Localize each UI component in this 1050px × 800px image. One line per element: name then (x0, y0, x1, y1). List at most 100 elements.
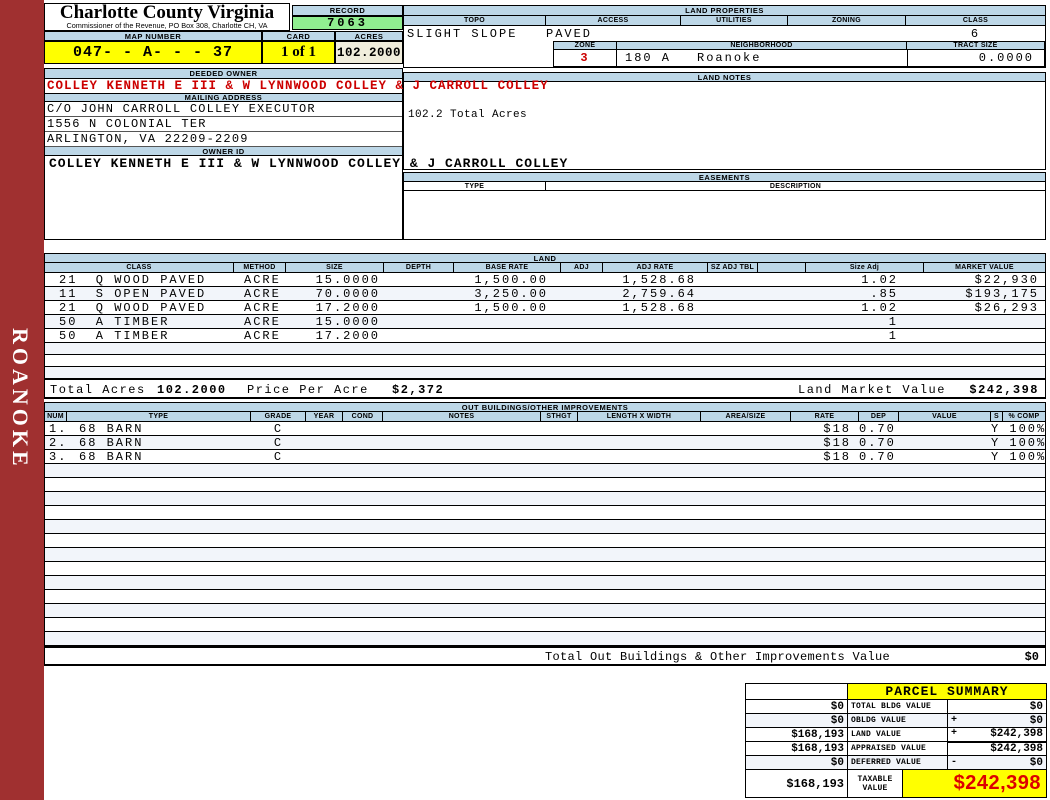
empty-row (45, 604, 1045, 618)
ob-cell-comp: Y 100% (991, 436, 1047, 450)
taxable-label: TAXABLE VALUE (847, 769, 903, 798)
acres-value: 102.2000 (335, 41, 403, 64)
empty-row (45, 562, 1045, 576)
ob-cell-num: 1. (49, 422, 68, 436)
ps-right-amount: $242,398 (990, 728, 1043, 741)
empty-row (45, 632, 1045, 646)
taxable-label-line1: TAXABLE (857, 774, 893, 784)
ps-left-value: $168,193 (745, 741, 848, 756)
land-col-class: CLASS (45, 263, 234, 272)
empty-row (45, 355, 1045, 367)
ps-op: + (951, 714, 958, 726)
land-cell-size: 15.0000 (315, 315, 380, 329)
access-value: PAVED (546, 26, 593, 41)
ob-cell-dep: 0.70 (859, 436, 896, 450)
land-cell-class: 21 Q WOOD PAVED (59, 273, 207, 287)
county-title-box: Charlotte County Virginia Commissioner o… (44, 3, 290, 31)
ob-cell-rate: $18 (823, 422, 851, 436)
parcel-summary-title: PARCEL SUMMARY (847, 683, 1047, 700)
taxable-left-value: $168,193 (745, 769, 848, 798)
ob-col-dep: DEP (859, 412, 899, 421)
ob-col-cond: COND (343, 412, 383, 421)
ps-label: APPRAISED VALUE (847, 741, 948, 756)
land-cell-class: 21 Q WOOD PAVED (59, 301, 207, 315)
ps-label: LAND VALUE (847, 727, 948, 742)
land-cell-size-adj: 1 (888, 315, 898, 329)
land-cell-class: 50 A TIMBER (59, 329, 170, 343)
easement-description-label: DESCRIPTION (769, 182, 822, 190)
ob-col-length-width: LENGTH X WIDTH (578, 412, 701, 421)
out-buildings-body: 1. 68 BARN C $18 0.70 Y 100% 2. 68 BARN … (45, 422, 1045, 646)
ob-cell-type: 68 BARN (79, 450, 144, 464)
owner-id-value: COLLEY KENNETH E III & W LYNNWOOD COLLEY… (49, 156, 569, 171)
ob-col-type: TYPE (67, 412, 251, 421)
land-market-value: $242,398 (969, 383, 1039, 397)
ps-right-value: - $0 (947, 755, 1047, 770)
address-line-2: 1556 N COLONIAL TER (45, 117, 402, 132)
ob-cell-num: 2. (49, 436, 68, 450)
ob-cell-grade: C (273, 422, 284, 436)
land-cell-class: 11 S OPEN PAVED (59, 287, 207, 301)
deeded-owner-value: COLLEY KENNETH E III & W LYNNWOOD COLLEY… (47, 79, 549, 93)
ps-right-value: + $0 (947, 713, 1047, 728)
empty-row (45, 343, 1045, 355)
ob-col-grade: GRADE (251, 412, 306, 421)
land-row: 50 A TIMBER ACRE 17.2000 1 (45, 329, 1045, 343)
land-col-spacer (758, 263, 806, 272)
ps-label: DEFERRED VALUE (847, 755, 948, 770)
ps-right-amount: $242,398 (990, 742, 1043, 755)
neighborhood-band: ROANOKE (0, 0, 44, 800)
ob-col-year: YEAR (306, 412, 343, 421)
land-row: 11 S OPEN PAVED ACRE 70.0000 3,250.00 2,… (45, 287, 1045, 301)
ob-row: 1. 68 BARN C $18 0.70 Y 100% (45, 422, 1045, 436)
land-cell-size-adj: .85 (870, 287, 898, 301)
tract-size-value: 0.0000 (907, 50, 1044, 66)
land-cell-size: 70.0000 (315, 287, 380, 301)
empty-row (45, 478, 1045, 492)
land-cell-size-adj: 1 (888, 329, 898, 343)
ps-left-value: $0 (745, 755, 848, 770)
record-value[interactable]: 7063 (292, 16, 403, 30)
ps-right-amount: $0 (1029, 756, 1043, 769)
out-buildings-table: OUT BUILDINGS/OTHER IMPROVEMENTS NUM TYP… (44, 402, 1046, 666)
acres-label: ACRES (335, 31, 403, 41)
neighborhood-vertical-label: ROANOKE (8, 328, 33, 470)
map-number-value[interactable]: 047- - A- - - 37 (44, 41, 262, 64)
map-number-label: MAP NUMBER (44, 31, 262, 41)
ob-col-rate: RATE (791, 412, 859, 421)
ps-op: + (951, 728, 958, 740)
ps-left-value: $0 (745, 713, 848, 728)
ob-cell-dep: 0.70 (859, 422, 896, 436)
ps-right-value: $0 (947, 699, 1047, 714)
class-value: 6 (970, 26, 981, 41)
land-row: 50 A TIMBER ACRE 15.0000 1 (45, 315, 1045, 329)
ob-cell-dep: 0.70 (859, 450, 896, 464)
land-col-size: SIZE (286, 263, 384, 272)
topo-label: TOPO (404, 16, 546, 25)
total-acres-label: Total Acres (50, 383, 146, 397)
empty-row (45, 520, 1045, 534)
empty-row (45, 464, 1045, 478)
ps-left-value: $0 (745, 699, 848, 714)
address-line-3: ARLINGTON, VA 22209-2209 (45, 132, 402, 147)
ps-op: - (951, 756, 958, 768)
zone-value: 3 (554, 50, 617, 66)
empty-row (45, 534, 1045, 548)
mailing-address-label: MAILING ADDRESS (45, 93, 402, 102)
easement-type-label: TYPE (404, 182, 546, 190)
empty-row (45, 618, 1045, 632)
ob-row: 2. 68 BARN C $18 0.70 Y 100% (45, 436, 1045, 450)
land-body: 21 Q WOOD PAVED ACRE 15.0000 1,500.00 1,… (45, 273, 1045, 379)
zone-label: ZONE (554, 42, 617, 49)
land-cell-size: 17.2000 (315, 329, 380, 343)
total-acres-value: 102.2000 (157, 383, 227, 397)
land-totals-strip: Total Acres 102.2000 Price Per Acre $2,3… (44, 378, 1046, 399)
ps-right-amount: $0 (1029, 700, 1043, 713)
land-note: 102.2 Total Acres (408, 109, 528, 121)
ps-right-amount: $0 (1029, 714, 1043, 727)
land-cell-base-rate: 3,250.00 (474, 287, 548, 301)
ob-col-sthgt: STHGT (541, 412, 578, 421)
land-cell-size: 15.0000 (315, 273, 380, 287)
land-cell-base-rate: 1,500.00 (474, 273, 548, 287)
deeded-owner-label: DEEDED OWNER (45, 69, 402, 79)
